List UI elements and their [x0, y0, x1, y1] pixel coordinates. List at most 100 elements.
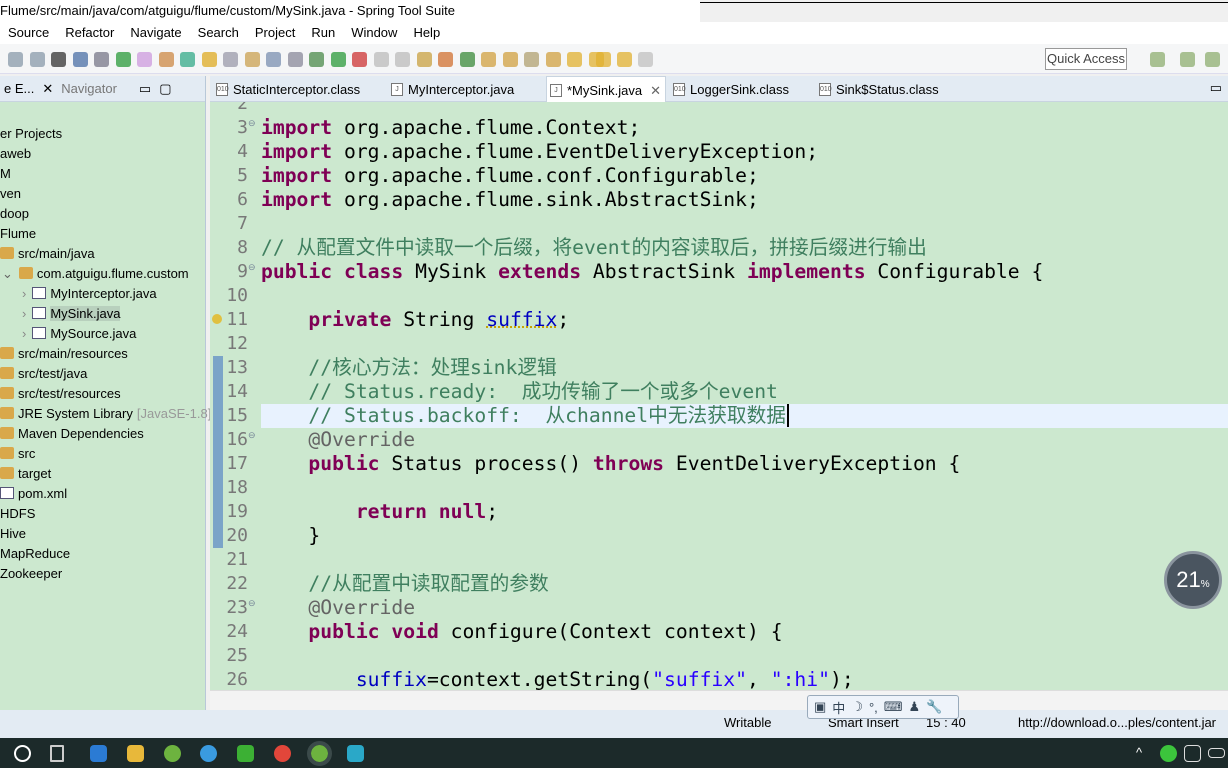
toolbar-button[interactable] — [596, 52, 611, 67]
toolbar-button[interactable] — [201, 52, 217, 67]
tree-item[interactable]: ven — [0, 184, 21, 204]
minimize-icon[interactable]: ▭ — [135, 81, 155, 97]
tab-loggersinkclass[interactable]: 010 LoggerSink.class — [670, 76, 810, 102]
ime-toolbar[interactable]: ▣ 中 ☽ °, ⌨ ♟ 🔧 — [807, 695, 959, 719]
toolbar-button[interactable] — [502, 52, 518, 67]
toolbar-button[interactable] — [29, 52, 45, 67]
toolbar-button[interactable] — [617, 52, 632, 67]
tree-item[interactable]: JRE System Library [JavaSE-1.8] — [0, 404, 211, 424]
toolbar-button[interactable] — [638, 52, 653, 67]
edge-icon[interactable] — [90, 745, 107, 762]
quick-access-input[interactable]: Quick Access — [1045, 48, 1127, 70]
tab-sinkstatusclass[interactable]: 010 Sink$Status.class — [816, 76, 956, 102]
perspective-button[interactable] — [1205, 52, 1220, 67]
minimize-icon[interactable]: ▭ — [1210, 80, 1222, 96]
toolbar-button[interactable] — [545, 52, 561, 67]
maximize-icon[interactable]: ▢ — [155, 81, 175, 97]
toolbar-button[interactable] — [137, 52, 152, 67]
chevron-down-icon[interactable]: ⌄ — [2, 266, 13, 281]
menu-source[interactable]: Source — [0, 22, 57, 44]
tab-mysinkjava[interactable]: J *MySink.java ✕ — [546, 76, 666, 102]
menu-search[interactable]: Search — [190, 22, 247, 44]
toolbar-button[interactable] — [8, 52, 23, 67]
tab-staticinterceptorclass[interactable]: 010 StaticInterceptor.class — [213, 76, 383, 102]
tree-item[interactable]: pom.xml — [0, 484, 67, 504]
keyboard-icon[interactable]: ⌨ — [884, 699, 903, 715]
menu-project[interactable]: Project — [247, 22, 303, 44]
chevron-right-icon[interactable]: › — [22, 286, 26, 301]
chrome-icon[interactable] — [274, 745, 291, 762]
toolbar-button[interactable] — [223, 52, 238, 67]
toolbar-button[interactable] — [94, 52, 109, 67]
ie-icon[interactable] — [200, 745, 217, 762]
toolbar-button[interactable] — [158, 52, 174, 67]
horizontal-scrollbar[interactable] — [210, 690, 1228, 710]
tree-item[interactable]: src/test/java — [0, 364, 87, 384]
wechat-icon[interactable] — [237, 745, 254, 762]
toolbar-button[interactable] — [180, 52, 195, 67]
toolbar-button[interactable] — [309, 52, 324, 67]
battery-tray-icon[interactable] — [1208, 748, 1225, 758]
tree-item[interactable]: aweb — [0, 144, 31, 164]
tab-myinterceptorjava[interactable]: J MyInterceptor.java — [388, 76, 538, 102]
toolbar-button[interactable] — [395, 52, 410, 67]
toolbar-button[interactable] — [266, 52, 281, 67]
fold-collapse-icon[interactable]: ⊖ — [248, 598, 256, 609]
perspective-button[interactable] — [1150, 52, 1165, 67]
tree-item[interactable]: › MySource.java — [22, 324, 136, 344]
toolbar-button[interactable] — [416, 52, 432, 67]
code-editor[interactable]: 2 3 ⊖ 4 5 6 7 8 9 ⊖ 10 11 12 13 14 15 16 ⊖ 17 18 19 20 21 22 23 ⊖… — [210, 102, 1228, 690]
tree-item[interactable]: target — [0, 464, 51, 484]
menu-run[interactable]: Run — [303, 22, 343, 44]
perspective-button[interactable] — [1180, 52, 1195, 67]
toolbar-button[interactable] — [244, 52, 260, 67]
tree-item[interactable]: Maven Dependencies — [0, 424, 144, 444]
toolbar-button[interactable] — [567, 52, 582, 67]
toolbar-button[interactable] — [373, 52, 389, 67]
start-icon[interactable] — [14, 745, 31, 762]
toolbar-button[interactable] — [352, 52, 367, 67]
close-icon[interactable]: ✕ — [38, 81, 57, 97]
toolbar-button[interactable] — [438, 52, 453, 67]
close-icon[interactable]: ✕ — [650, 83, 661, 98]
menu-window[interactable]: Window — [343, 22, 405, 44]
menu-navigate[interactable]: Navigate — [122, 22, 189, 44]
toolbar-button[interactable] — [115, 52, 131, 67]
fold-collapse-icon[interactable]: ⊖ — [248, 118, 256, 129]
toolbar-button[interactable] — [51, 52, 66, 67]
menu-refactor[interactable]: Refactor — [57, 22, 122, 44]
tree-item[interactable]: er Projects — [0, 124, 62, 144]
wrench-icon[interactable]: 🔧 — [926, 699, 942, 715]
tab-package-explorer[interactable]: e E... — [0, 81, 38, 96]
ime-language[interactable]: 中 — [832, 698, 845, 717]
fold-collapse-icon[interactable]: ⊖ — [248, 262, 256, 273]
tree-item[interactable]: src/main/java — [0, 244, 95, 264]
sts-icon[interactable] — [164, 745, 181, 762]
toolbar-button[interactable] — [330, 52, 346, 67]
app-icon[interactable] — [347, 745, 364, 762]
tray-chevron-icon[interactable]: ^ — [1136, 745, 1153, 762]
tree-item[interactable]: src/main/resources — [0, 344, 128, 364]
toolbar-button[interactable] — [524, 52, 539, 67]
tree-item[interactable]: Zookeeper — [0, 564, 62, 584]
task-view-icon[interactable] — [50, 745, 64, 762]
toolbar-button[interactable] — [481, 52, 496, 67]
tree-item[interactable]: M — [0, 164, 11, 184]
tree-item[interactable]: src — [0, 444, 35, 464]
tree-item[interactable]: HDFS — [0, 504, 35, 524]
tree-item[interactable]: doop — [0, 204, 29, 224]
moon-icon[interactable]: ☽ — [851, 699, 863, 715]
tree-item[interactable]: Flume — [0, 224, 36, 244]
toolbar-button[interactable] — [287, 52, 303, 67]
tree-item[interactable]: › MyInterceptor.java — [22, 284, 157, 304]
tree-item[interactable]: MapReduce — [0, 544, 70, 564]
tree-item[interactable]: ⌄ com.atguigu.flume.custom — [2, 264, 189, 284]
network-tray-icon[interactable] — [1160, 745, 1177, 762]
tree-item[interactable]: › MySink.java — [22, 304, 121, 324]
tree-item[interactable]: src/test/resources — [0, 384, 121, 404]
progress-url[interactable]: http://download.o...ples/content.jar — [1018, 715, 1216, 730]
toolbar-button[interactable] — [459, 52, 475, 67]
user-icon[interactable]: ♟ — [909, 699, 921, 715]
sts-active-icon[interactable] — [307, 741, 332, 766]
toolbar-button[interactable] — [72, 52, 88, 67]
